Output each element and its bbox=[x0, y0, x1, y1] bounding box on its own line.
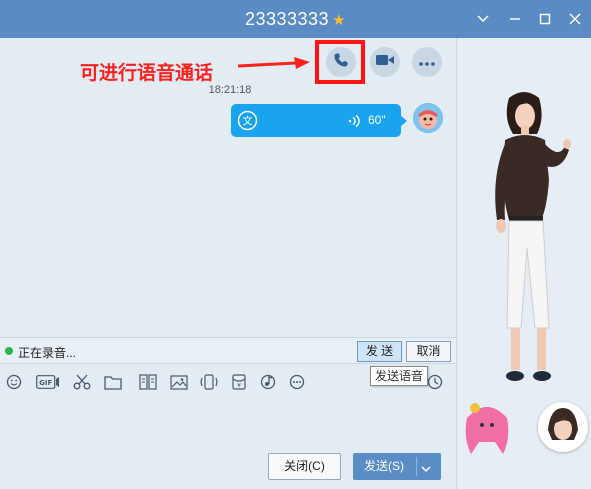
decoration-sticker bbox=[465, 403, 509, 454]
contact-panel bbox=[456, 38, 591, 489]
scissors-icon[interactable] bbox=[73, 373, 91, 391]
more-tools-icon[interactable] bbox=[288, 373, 306, 391]
gif-icon[interactable]: GIF bbox=[36, 373, 60, 391]
contact-avatar[interactable] bbox=[538, 402, 588, 452]
cancel-recording-button[interactable]: 取消 bbox=[406, 341, 451, 362]
voice-duration: 60" bbox=[368, 113, 386, 127]
image-icon[interactable] bbox=[170, 373, 188, 391]
recording-status: 正在录音... bbox=[18, 346, 77, 360]
close-icon[interactable] bbox=[560, 0, 590, 38]
bubble-tail bbox=[400, 115, 407, 127]
title-bar: 23333333 ★ bbox=[0, 0, 591, 38]
sound-wave-icon bbox=[347, 114, 361, 128]
video-call-icon bbox=[375, 53, 395, 72]
dropdown-icon[interactable] bbox=[468, 0, 498, 38]
voice-message-bubble[interactable]: 文 60" bbox=[231, 104, 401, 137]
more-button[interactable] bbox=[412, 47, 442, 77]
annotation-arrow bbox=[237, 57, 310, 69]
my-avatar[interactable] bbox=[413, 103, 443, 133]
voice-call-highlight bbox=[315, 40, 365, 84]
star-icon: ★ bbox=[332, 12, 347, 29]
doc-icon[interactable] bbox=[139, 373, 157, 391]
shake-icon[interactable] bbox=[200, 373, 218, 391]
send-button[interactable]: 发送(S) bbox=[353, 453, 441, 480]
video-call-button[interactable] bbox=[370, 47, 400, 77]
send-voice-button[interactable]: 发 送 bbox=[357, 341, 402, 362]
window-title-text: 23333333 bbox=[244, 9, 330, 29]
svg-text:GIF: GIF bbox=[39, 379, 52, 387]
close-button[interactable]: 关闭(C) bbox=[268, 453, 341, 480]
annotation-label: 可进行语音通话 bbox=[80, 63, 214, 84]
minimize-icon[interactable] bbox=[500, 0, 530, 38]
recording-indicator-icon bbox=[5, 347, 13, 355]
chevron-down-icon[interactable] bbox=[421, 462, 431, 476]
contact-show-figure bbox=[495, 92, 571, 381]
maximize-icon[interactable] bbox=[530, 0, 560, 38]
red-packet-icon[interactable]: ¥ bbox=[230, 373, 248, 391]
message-timestamp: 18:21:18 bbox=[208, 84, 252, 96]
more-icon bbox=[419, 53, 435, 71]
send-button-divider bbox=[416, 457, 417, 476]
history-icon[interactable] bbox=[426, 373, 444, 391]
music-icon[interactable] bbox=[259, 373, 277, 391]
recording-bar: 正在录音... 发 送 取消 bbox=[0, 337, 456, 364]
translate-icon[interactable]: 文 bbox=[237, 110, 258, 131]
send-voice-tooltip: 发送语音 bbox=[370, 366, 428, 386]
send-button-label: 发送(S) bbox=[364, 459, 404, 473]
folder-icon[interactable] bbox=[104, 373, 122, 391]
emoji-icon[interactable] bbox=[5, 373, 23, 391]
svg-text:文: 文 bbox=[243, 115, 253, 128]
svg-text:¥: ¥ bbox=[237, 383, 241, 390]
